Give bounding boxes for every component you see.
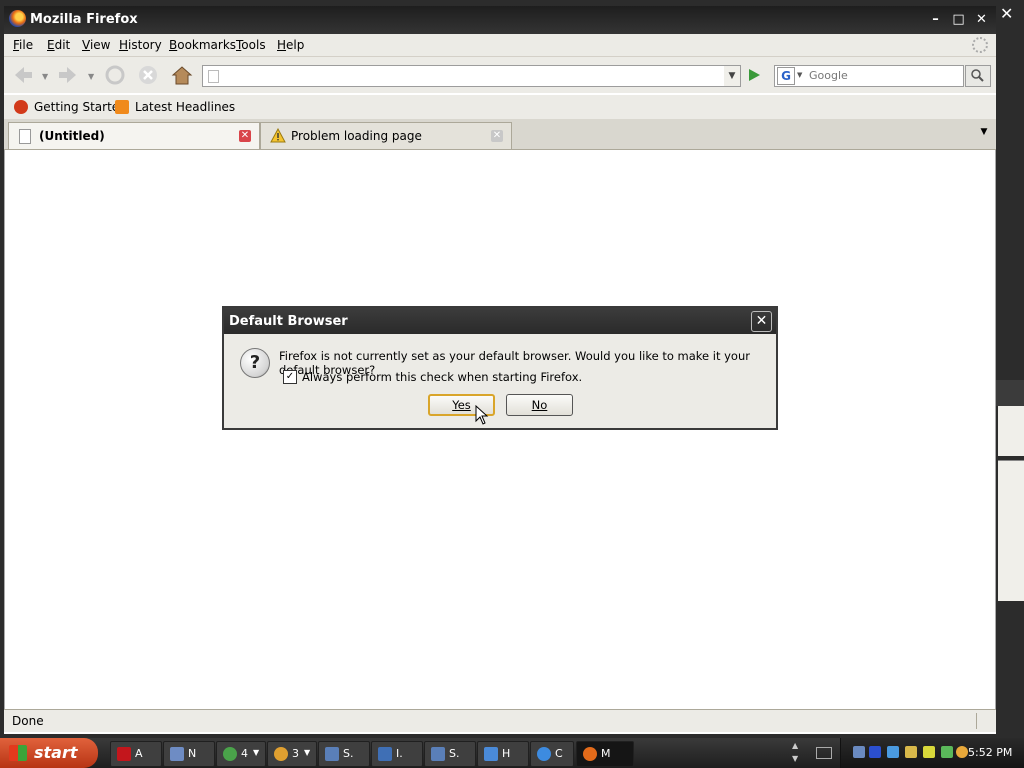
google-engine-icon[interactable]: G [777, 67, 795, 85]
acrobat-icon [117, 747, 131, 761]
taskbar-group-paint[interactable]: 3 ▼ [267, 741, 317, 767]
taskbar-button-notepad[interactable]: N [163, 741, 215, 767]
reload-icon[interactable] [104, 64, 126, 86]
page-content[interactable] [4, 150, 996, 710]
dialog-close-button[interactable]: ✕ [751, 311, 772, 332]
always-check-label[interactable]: Always perform this check when starting … [302, 370, 582, 384]
bookmarks-toolbar: Getting Started Latest Headlines [4, 95, 996, 119]
taskbar: start A N 4 ▼ 3 ▼ S. I. S. H C M ▲ ▼ 5:52 P… [0, 738, 1024, 768]
url-input[interactable] [202, 65, 726, 87]
taskbar-button-help[interactable]: H [477, 741, 529, 767]
menu-tools[interactable]: Tools [236, 38, 266, 52]
paint-icon [274, 747, 288, 761]
ie-icon [537, 747, 551, 761]
shield-icon[interactable] [923, 746, 935, 758]
navigation-toolbar: ▼ ▼ ▼ G ▼ Google [4, 57, 996, 93]
tab-close-icon[interactable]: ✕ [491, 130, 503, 142]
rss-icon [115, 100, 129, 114]
search-box[interactable]: G ▼ Google [774, 65, 991, 87]
tab-problem-loading[interactable]: Problem loading page ✕ [260, 122, 512, 149]
home-icon[interactable] [171, 64, 193, 86]
bookmark-getting-started[interactable]: Getting Started [34, 100, 127, 114]
page-icon [19, 129, 31, 144]
tray-icon[interactable] [853, 746, 865, 758]
dialog-title-bar[interactable]: Default Browser ✕ [224, 308, 776, 334]
dialog-title: Default Browser [229, 314, 348, 329]
taskbar-button-ie[interactable]: C [530, 741, 574, 767]
menu-bookmarks[interactable]: Bookmarks [169, 38, 236, 52]
menu-history[interactable]: History [119, 38, 162, 52]
back-dropdown-icon[interactable]: ▼ [42, 72, 48, 81]
taskbar-button-s2[interactable]: S. [424, 741, 476, 767]
title-bar[interactable]: Mozilla Firefox – □ ✕ [4, 6, 996, 34]
window-title: Mozilla Firefox [30, 12, 138, 27]
go-icon[interactable] [746, 67, 762, 83]
keyboard-icon[interactable] [816, 747, 832, 759]
tray-icon[interactable] [941, 746, 953, 758]
always-check-checkbox[interactable]: ✓ [283, 370, 297, 384]
page-icon [208, 70, 219, 83]
maximize-button[interactable]: □ [949, 11, 968, 29]
getting-started-icon [14, 100, 28, 114]
background-window-close-icon[interactable]: ✕ [1000, 4, 1013, 23]
taskbar-button-acrobat[interactable]: A [110, 741, 162, 767]
throbber-icon [972, 37, 988, 53]
background-window-titlebar [996, 380, 1024, 406]
network-icon [378, 747, 392, 761]
taskbar-group-chrome[interactable]: 4 ▼ [216, 741, 266, 767]
firefox-logo-icon [9, 10, 26, 27]
bookmark-latest-headlines[interactable]: Latest Headlines [135, 100, 235, 114]
tray-icon[interactable] [905, 746, 917, 758]
url-dropdown-icon[interactable]: ▼ [724, 65, 741, 87]
tab-close-icon[interactable]: ✕ [239, 130, 251, 142]
warning-icon [270, 128, 286, 143]
windows-flag-icon [9, 745, 27, 761]
notepad-icon [170, 747, 184, 761]
minimize-button[interactable]: – [926, 11, 945, 29]
taskbar-button-firefox[interactable]: M [576, 741, 634, 767]
app-icon [325, 747, 339, 761]
taskbar-scroll-arrows-icon[interactable]: ▲ ▼ [792, 739, 798, 765]
default-browser-dialog: Default Browser ✕ ? Firefox is not curre… [222, 306, 778, 430]
mouse-cursor-icon [475, 405, 489, 425]
no-button[interactable]: No [506, 394, 573, 416]
start-button[interactable]: start [0, 738, 98, 768]
question-icon: ? [240, 348, 270, 378]
help-icon [484, 747, 498, 761]
status-bar: Done [4, 709, 996, 732]
back-icon[interactable] [12, 64, 34, 86]
tab-untitled[interactable]: (Untitled) ✕ [8, 122, 260, 149]
search-input[interactable]: Google [809, 69, 848, 82]
chrome-icon [223, 747, 237, 761]
taskbar-button-network[interactable]: I. [371, 741, 423, 767]
menu-help[interactable]: Help [277, 38, 304, 52]
stop-icon[interactable] [137, 64, 159, 86]
background-window [998, 406, 1024, 456]
tray-icon[interactable] [869, 746, 881, 758]
background-window [998, 460, 1024, 601]
engine-dropdown-icon[interactable]: ▼ [797, 71, 802, 79]
status-text: Done [12, 714, 44, 728]
menu-view[interactable]: View [82, 38, 110, 52]
firefox-icon [583, 747, 597, 761]
search-icon[interactable] [956, 746, 968, 758]
tab-strip: (Untitled) ✕ Problem loading page ✕ ▼ [4, 119, 996, 150]
app-icon [431, 747, 445, 761]
menu-file[interactable]: File [13, 38, 33, 52]
status-divider [976, 713, 977, 729]
tab-list-dropdown-icon[interactable]: ▼ [976, 127, 992, 143]
taskbar-button-s1[interactable]: S. [318, 741, 370, 767]
forward-icon[interactable] [57, 64, 79, 86]
menu-edit[interactable]: Edit [47, 38, 70, 52]
close-button[interactable]: ✕ [972, 11, 991, 29]
tray-icon[interactable] [887, 746, 899, 758]
magnifier-icon [971, 69, 984, 82]
forward-dropdown-icon[interactable]: ▼ [88, 72, 94, 81]
search-button[interactable] [965, 65, 991, 87]
menu-bar: File Edit View History Bookmarks Tools H… [4, 34, 996, 57]
clock[interactable]: 5:52 PM [968, 746, 1012, 759]
